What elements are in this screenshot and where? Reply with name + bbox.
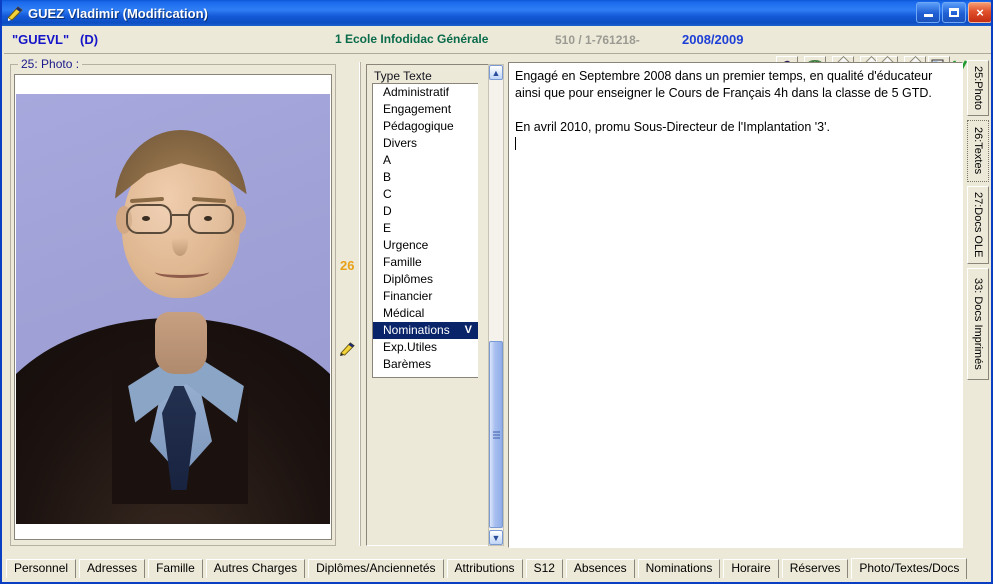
photo-frame[interactable] xyxy=(14,74,332,540)
list-item[interactable]: A xyxy=(373,152,478,169)
tab-personnel[interactable]: Personnel xyxy=(6,559,77,578)
application-window: GUEZ Vladimir (Modification) × "GUEVL" (… xyxy=(0,0,993,584)
list-item[interactable]: Urgence xyxy=(373,237,478,254)
photo-image xyxy=(16,94,330,524)
tab-autres-charges[interactable]: Autres Charges xyxy=(205,559,306,578)
tab-nominations[interactable]: Nominations xyxy=(637,559,721,578)
record-number: 510 / 1-761218- xyxy=(555,33,640,47)
list-item[interactable]: D xyxy=(373,203,478,220)
tab-reserves[interactable]: Réserves xyxy=(781,559,849,578)
photo-groupbox-label: 25: Photo : xyxy=(18,57,83,71)
maximize-button[interactable] xyxy=(942,2,966,23)
tab-absences[interactable]: Absences xyxy=(565,559,635,578)
type-texte-header: Type Texte xyxy=(374,69,432,83)
list-item[interactable]: Financier xyxy=(373,288,478,305)
tab-attributions[interactable]: Attributions xyxy=(446,559,523,578)
tab-diplomes-anciennetes[interactable]: Diplômes/Anciennetés xyxy=(308,559,444,578)
list-item[interactable]: Engagement xyxy=(373,101,478,118)
list-item[interactable]: C xyxy=(373,186,478,203)
record-dossier-flag: (D) xyxy=(80,32,99,47)
window-title: GUEZ Vladimir (Modification) xyxy=(28,5,208,21)
scrollbar-thumb[interactable] xyxy=(489,341,503,528)
list-item[interactable]: Exp.Utiles xyxy=(373,339,478,356)
close-button[interactable]: × xyxy=(968,2,991,23)
grip-icon xyxy=(493,431,500,438)
list-item[interactable]: Pédagogique xyxy=(373,118,478,135)
list-item[interactable]: Médical xyxy=(373,305,478,322)
record-code: "GUEVL" xyxy=(12,32,70,47)
textes-section-number: 26 xyxy=(340,258,355,273)
list-item[interactable]: Famille xyxy=(373,254,478,271)
vtab-textes[interactable]: 26:Textes xyxy=(967,120,989,182)
list-item[interactable]: B xyxy=(373,169,478,186)
list-item[interactable]: E xyxy=(373,220,478,237)
school-name: 1 Ecole Infodidac Générale xyxy=(335,32,489,46)
pen-note-icon[interactable] xyxy=(339,340,356,357)
list-item[interactable]: Barèmes xyxy=(373,356,478,373)
tab-photo-textes-docs[interactable]: Photo/Textes/Docs xyxy=(851,558,968,579)
minimize-button[interactable] xyxy=(916,2,940,23)
vtab-photo[interactable]: 25:Photo xyxy=(967,60,989,116)
tab-adresses[interactable]: Adresses xyxy=(79,559,146,578)
list-item[interactable]: Administratif xyxy=(373,84,478,101)
type-texte-listbox[interactable]: Administratif Engagement Pédagogique Div… xyxy=(372,83,478,378)
scroll-down-button[interactable]: ▼ xyxy=(489,530,503,545)
bottom-tab-strip: Personnel Adresses Famille Autres Charge… xyxy=(6,558,970,579)
chevron-up-icon: ▲ xyxy=(491,67,501,78)
tab-horaire[interactable]: Horaire xyxy=(723,559,779,578)
list-scrollbar[interactable]: ▲ ▼ xyxy=(488,64,504,546)
vertical-tab-strip: 25:Photo 26:Textes 27:Docs OLE 33: Docs … xyxy=(965,60,991,550)
tab-s12[interactable]: S12 xyxy=(525,559,563,578)
tab-famille[interactable]: Famille xyxy=(148,559,203,578)
close-icon: × xyxy=(976,5,984,20)
text-cursor xyxy=(515,137,516,150)
chevron-down-icon: ▼ xyxy=(491,532,501,543)
vtab-docs-imprimes[interactable]: 33: Docs Imprimés xyxy=(967,268,989,380)
window-controls: × xyxy=(916,2,991,23)
list-item-selected[interactable]: Nominations V xyxy=(373,322,478,339)
title-bar: GUEZ Vladimir (Modification) × xyxy=(2,0,991,26)
school-year: 2008/2009 xyxy=(682,32,744,47)
vtab-docs-ole[interactable]: 27:Docs OLE xyxy=(967,186,989,264)
list-item[interactable]: Divers xyxy=(373,135,478,152)
scroll-up-button[interactable]: ▲ xyxy=(489,65,503,80)
app-icon xyxy=(6,4,24,22)
list-item[interactable]: Diplômes xyxy=(373,271,478,288)
record-header: "GUEVL" (D) 1 Ecole Infodidac Générale 5… xyxy=(4,26,991,78)
text-editor[interactable]: Engagé en Septembre 2008 dans un premier… xyxy=(510,64,961,546)
row-flag: V xyxy=(464,324,472,336)
panel-divider xyxy=(359,62,361,546)
